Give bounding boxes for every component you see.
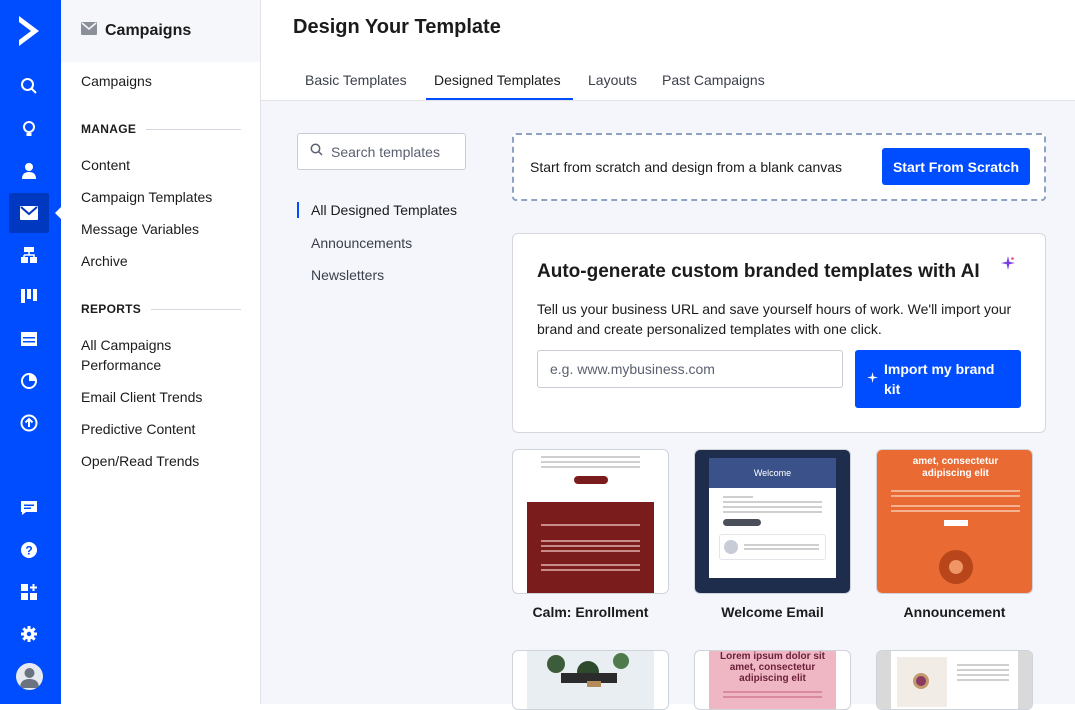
template-card-plants[interactable] (512, 650, 669, 710)
mail-icon[interactable] (9, 193, 49, 233)
conversations-icon[interactable] (17, 496, 41, 520)
lightbulb-icon[interactable] (17, 117, 41, 141)
import-button-label-line1: Import my brand (884, 361, 995, 377)
help-icon[interactable]: ? (17, 538, 41, 562)
import-brand-kit-button[interactable]: Import my brand kit (855, 350, 1021, 408)
template-card-pink[interactable]: Lorem ipsum dolor sit amet, consectetur … (694, 650, 851, 710)
announcement-preview-heading: amet, consectetur adipiscing elit (912, 456, 999, 479)
tab-layouts[interactable]: Layouts (588, 72, 637, 98)
import-button-label-line2: kit (884, 381, 901, 397)
reports-heading: REPORTS (81, 302, 241, 316)
contacts-icon[interactable] (17, 159, 41, 183)
sidebar-title: Campaigns (105, 22, 192, 39)
sidebar-item-message-variables[interactable]: Message Variables (81, 219, 199, 239)
start-from-scratch-button[interactable]: Start From Scratch (882, 148, 1030, 185)
sidebar-item-campaign-templates[interactable]: Campaign Templates (81, 187, 212, 207)
page-title: Design Your Template (293, 16, 501, 38)
welcome-preview-heading: Welcome (709, 458, 836, 488)
filter-announcements[interactable]: Announcements (311, 235, 412, 251)
template-name-announcement: Announcement (903, 604, 1006, 620)
sidebar-item-campaigns[interactable]: Campaigns (81, 71, 152, 91)
filter-all-designed-templates[interactable]: All Designed Templates (297, 202, 457, 218)
sidebar-item-open-read-trends[interactable]: Open/Read Trends (81, 451, 199, 471)
sidebar-item-archive[interactable]: Archive (81, 251, 128, 271)
sidebar: Campaigns Campaigns MANAGE Content Campa… (61, 0, 261, 704)
search-placeholder: Search templates (331, 143, 440, 160)
template-card-jewelry[interactable] (876, 650, 1033, 710)
search-icon (310, 143, 323, 161)
business-url-input[interactable]: e.g. www.mybusiness.com (537, 350, 843, 388)
tab-past-campaigns[interactable]: Past Campaigns (662, 72, 765, 98)
website-icon[interactable] (17, 327, 41, 351)
settings-icon[interactable] (17, 622, 41, 646)
ai-template-card: Auto-generate custom branded templates w… (512, 233, 1046, 433)
template-name-calm-enrollment: Calm: Enrollment (532, 604, 649, 620)
apps-icon[interactable] (17, 580, 41, 604)
search-icon[interactable] (17, 74, 41, 98)
manage-heading: MANAGE (81, 122, 241, 136)
main-content: Search templates All Designed Templates … (261, 101, 1075, 710)
ai-card-description: Tell us your business URL and save yours… (537, 301, 1012, 337)
reports-icon[interactable] (17, 369, 41, 393)
icon-rail: ? (0, 0, 61, 704)
sparkle-icon (1001, 256, 1015, 275)
logo-icon[interactable] (15, 14, 43, 48)
ai-card-title: Auto-generate custom branded templates w… (537, 261, 980, 282)
scratch-text: Start from scratch and design from a bla… (530, 159, 843, 175)
sidebar-item-email-client-trends[interactable]: Email Client Trends (81, 387, 202, 407)
upload-icon[interactable] (17, 411, 41, 435)
tab-basic-templates[interactable]: Basic Templates (305, 72, 407, 98)
search-input[interactable]: Search templates (297, 133, 466, 170)
svg-text:?: ? (25, 544, 32, 558)
sidebar-item-predictive-content[interactable]: Predictive Content (81, 419, 195, 439)
template-card-calm-enrollment[interactable] (512, 449, 669, 594)
template-card-welcome-email[interactable]: Welcome (694, 449, 851, 594)
pipeline-icon[interactable] (17, 284, 41, 308)
template-card-announcement[interactable]: amet, consectetur adipiscing elit (876, 449, 1033, 594)
pink-preview-heading: Lorem ipsum dolor sit amet, consectetur … (719, 651, 825, 684)
filter-newsletters[interactable]: Newsletters (311, 267, 384, 283)
automation-icon[interactable] (17, 243, 41, 267)
template-name-welcome-email: Welcome Email (721, 604, 824, 620)
page-header: Design Your Template Basic Templates Des… (261, 0, 1075, 101)
sparkle-icon (867, 370, 878, 386)
sidebar-header: Campaigns (61, 0, 260, 62)
avatar[interactable] (16, 663, 43, 690)
start-from-scratch-panel: Start from scratch and design from a bla… (512, 133, 1046, 201)
sidebar-item-content[interactable]: Content (81, 155, 130, 175)
envelope-icon (81, 22, 97, 40)
tab-designed-templates[interactable]: Designed Templates (426, 72, 573, 100)
sidebar-item-all-campaigns-performance[interactable]: All Campaigns Performance (81, 335, 201, 375)
